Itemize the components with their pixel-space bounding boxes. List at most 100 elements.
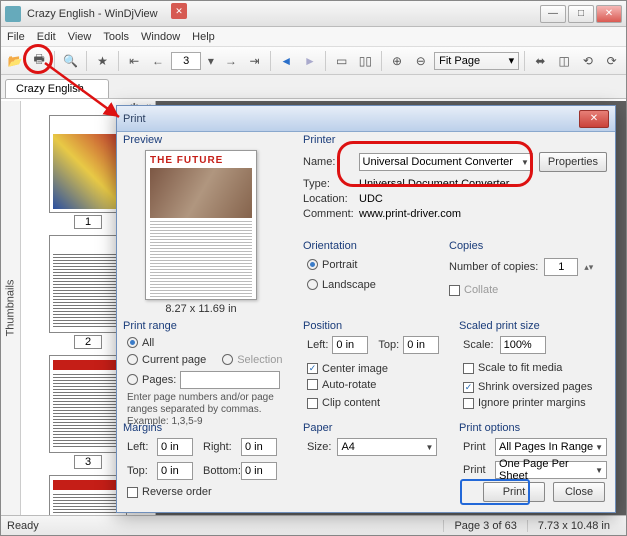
bookmark-icon[interactable]: ★ — [92, 50, 113, 72]
tab-strip: Crazy English ✕ — [1, 75, 626, 99]
margin-left-label: Left: — [127, 441, 153, 453]
group-preview: Preview — [123, 134, 162, 146]
sidebar-tab-thumbnails[interactable]: Thumbnails — [1, 101, 21, 515]
zoom-out-icon[interactable]: ⊖ — [410, 50, 431, 72]
toolbar: 📂 🖶 🔍 ★ ⇤ ← ▾ → ⇥ ◄ ► ▭ ▯▯ ⊕ ⊖ Fit Page▾… — [1, 47, 626, 75]
menu-window[interactable]: Window — [141, 31, 180, 43]
back-nav-icon[interactable]: ◄ — [276, 50, 297, 72]
orientation-portrait-radio[interactable]: Portrait — [307, 259, 357, 271]
status-ready: Ready — [7, 520, 39, 532]
print-options-print2-label: Print — [463, 464, 489, 476]
menubar: File Edit View Tools Window Help — [1, 27, 626, 47]
range-pages-input[interactable] — [180, 371, 280, 389]
find-icon[interactable]: 🔍 — [60, 50, 81, 72]
scale-fit-check[interactable]: Scale to fit media — [463, 362, 562, 374]
range-current-radio[interactable]: Current page — [127, 354, 206, 366]
menu-tools[interactable]: Tools — [103, 31, 129, 43]
tab-document[interactable]: Crazy English — [5, 79, 109, 98]
scale-ignore-check[interactable]: Ignore printer margins — [463, 397, 586, 409]
group-orientation: Orientation — [303, 240, 357, 252]
tab-label: Crazy English — [16, 83, 84, 95]
prev-page-icon[interactable]: ← — [147, 50, 168, 72]
position-clip-check[interactable]: Clip content — [307, 397, 380, 409]
printer-location-value: UDC — [359, 193, 383, 205]
close-button[interactable]: Close — [553, 482, 605, 502]
open-icon[interactable]: 📂 — [5, 50, 26, 72]
maximize-button[interactable]: □ — [568, 5, 594, 23]
next-page-icon[interactable]: → — [220, 50, 241, 72]
first-page-icon[interactable]: ⇤ — [124, 50, 145, 72]
print-icon[interactable]: 🖶 — [29, 50, 50, 72]
menu-file[interactable]: File — [7, 31, 25, 43]
paper-size-combo[interactable]: A4▼ — [337, 438, 437, 456]
range-selection-radio: Selection — [222, 354, 282, 366]
fit-page-icon[interactable]: ◫ — [554, 50, 575, 72]
print-preview: THE FUTURE — [145, 150, 257, 300]
position-left-input[interactable]: 0 in — [332, 336, 368, 354]
preview-dimensions: 8.27 x 11.69 in — [145, 303, 257, 315]
margin-top-label: Top: — [127, 465, 153, 477]
scale-label: Scale: — [463, 339, 494, 351]
range-pages-radio[interactable]: Pages: — [127, 374, 176, 386]
print-options-layout-combo[interactable]: One Page Per Sheet▼ — [495, 461, 607, 479]
dialog-title: Print — [123, 113, 579, 125]
last-page-icon[interactable]: ⇥ — [244, 50, 265, 72]
position-top-input[interactable]: 0 in — [403, 336, 439, 354]
margin-left-input[interactable]: 0 in — [157, 438, 193, 456]
layout-single-icon[interactable]: ▭ — [331, 50, 352, 72]
menu-help[interactable]: Help — [192, 31, 215, 43]
range-all-radio[interactable]: All — [127, 337, 154, 349]
menu-view[interactable]: View — [68, 31, 92, 43]
printer-properties-button[interactable]: Properties — [539, 152, 607, 172]
zoom-in-icon[interactable]: ⊕ — [387, 50, 408, 72]
position-autorotate-check[interactable]: Auto-rotate — [307, 379, 376, 391]
print-button[interactable]: Print — [483, 482, 545, 502]
printer-comment-label: Comment: — [303, 208, 353, 220]
position-left-label: Left: — [307, 339, 328, 351]
page-dropdown-icon[interactable]: ▾ — [204, 50, 217, 72]
scale-input[interactable]: 100% — [500, 336, 546, 354]
rotate-left-icon[interactable]: ⟲ — [578, 50, 599, 72]
tab-close-icon[interactable]: ✕ — [171, 3, 187, 19]
print-dialog: Print ✕ Preview THE FUTURE 8.27 x 11.69 … — [116, 105, 616, 513]
printer-name-label: Name: — [303, 156, 353, 168]
dialog-titlebar: Print ✕ — [117, 106, 615, 132]
rotate-right-icon[interactable]: ⟳ — [601, 50, 622, 72]
margin-top-input[interactable]: 0 in — [157, 462, 193, 480]
reverse-order-check[interactable]: Reverse order — [127, 486, 212, 498]
margin-bottom-input[interactable]: 0 in — [241, 462, 277, 480]
minimize-button[interactable]: — — [540, 5, 566, 23]
group-print-options: Print options — [459, 422, 520, 434]
printer-type-value: Universal Document Converter — [359, 178, 509, 190]
dialog-close-icon[interactable]: ✕ — [579, 110, 609, 128]
menu-edit[interactable]: Edit — [37, 31, 56, 43]
scale-shrink-check[interactable]: Shrink oversized pages — [463, 381, 592, 393]
close-button[interactable]: ✕ — [596, 5, 622, 23]
position-top-label: Top: — [378, 339, 399, 351]
margin-right-input[interactable]: 0 in — [241, 438, 277, 456]
group-printer: Printer — [303, 134, 335, 146]
printer-comment-value: www.print-driver.com — [359, 208, 461, 220]
statusbar: Ready Page 3 of 63 7.73 x 10.48 in — [1, 515, 626, 535]
fwd-nav-icon[interactable]: ► — [300, 50, 321, 72]
orientation-landscape-radio[interactable]: Landscape — [307, 279, 376, 291]
layout-facing-icon[interactable]: ▯▯ — [355, 50, 376, 72]
copies-number-input[interactable]: 1 — [544, 258, 578, 276]
fit-width-icon[interactable]: ⬌ — [530, 50, 551, 72]
group-position: Position — [303, 320, 342, 332]
page-number-input[interactable] — [171, 52, 201, 70]
position-center-check[interactable]: Center image — [307, 363, 388, 375]
print-options-print1-label: Print — [463, 441, 489, 453]
copies-collate-check: Collate — [449, 284, 498, 296]
zoom-combo[interactable]: Fit Page▾ — [434, 52, 519, 70]
margin-bottom-label: Bottom: — [203, 465, 237, 477]
titlebar: Crazy English - WinDjView — □ ✕ — [1, 1, 626, 27]
print-options-range-combo[interactable]: All Pages In Range▼ — [495, 438, 607, 456]
margin-right-label: Right: — [203, 441, 237, 453]
group-print-range: Print range — [123, 320, 177, 332]
printer-name-combo[interactable]: Universal Document Converter▼ — [359, 153, 533, 171]
printer-type-label: Type: — [303, 178, 353, 190]
printer-location-label: Location: — [303, 193, 353, 205]
status-size: 7.73 x 10.48 in — [527, 520, 620, 532]
paper-size-label: Size: — [307, 441, 331, 453]
